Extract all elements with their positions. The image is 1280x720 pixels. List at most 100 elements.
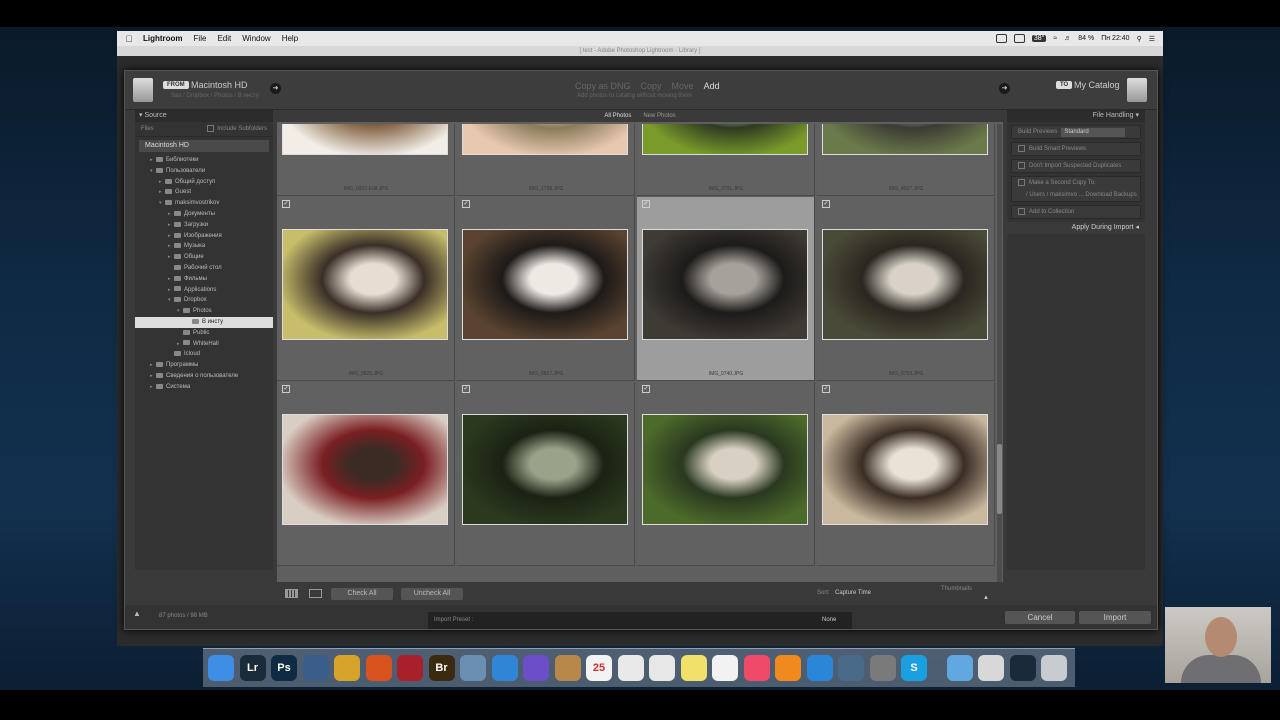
imovie-star-icon[interactable]: [523, 655, 549, 681]
check-all-button[interactable]: Check All: [331, 588, 393, 600]
folder-item[interactable]: ▸ Библиотеки: [135, 155, 273, 166]
photo-cell[interactable]: ✓ IMG_0753.JPG: [817, 197, 995, 381]
collapse-icon[interactable]: ▲: [133, 609, 141, 618]
mode-move[interactable]: Move: [672, 81, 694, 91]
system-preferences-icon[interactable]: [869, 655, 896, 681]
photo-thumbnail[interactable]: [642, 414, 808, 525]
photo-thumbnail[interactable]: [822, 414, 988, 525]
folder-icon[interactable]: [946, 655, 973, 681]
menu-help[interactable]: Help: [282, 34, 298, 43]
calendar-icon[interactable]: 25: [586, 655, 612, 681]
folder-item[interactable]: ▾ Пользователи: [135, 166, 273, 177]
drive-macintosh-hd[interactable]: Macintosh HD: [139, 140, 269, 152]
folder-item[interactable]: ▸ Программы: [135, 360, 273, 371]
folder-item[interactable]: ▸ Изображения: [135, 231, 273, 242]
folder-item[interactable]: ▸ Общие: [135, 252, 273, 263]
import-button[interactable]: Import: [1079, 611, 1151, 624]
loupe-view-icon[interactable]: [309, 589, 322, 598]
photo-checkbox[interactable]: ✓: [462, 200, 470, 208]
mode-copy[interactable]: Copy: [641, 81, 662, 91]
preview-icon[interactable]: [460, 655, 486, 681]
photobooth-icon[interactable]: [397, 655, 423, 681]
file-handling-header[interactable]: File Handling ▾: [1007, 110, 1145, 122]
photos-icon[interactable]: [712, 655, 738, 681]
itunes-icon[interactable]: [743, 655, 770, 681]
image-capture-icon[interactable]: [838, 655, 864, 681]
from-title[interactable]: Macintosh HD: [191, 80, 248, 90]
photo-thumbnail[interactable]: [822, 124, 988, 155]
documents-icon[interactable]: [978, 655, 1004, 681]
checkbox[interactable]: [1018, 161, 1025, 169]
photo-cell[interactable]: ✓: [457, 382, 635, 566]
photo-thumbnail[interactable]: [462, 124, 628, 155]
catalog-drive-icon[interactable]: [1127, 78, 1147, 102]
include-subfolders[interactable]: Include Subfolders: [207, 122, 267, 136]
no-duplicates-row[interactable]: Don't Import Suspected Duplicates: [1012, 160, 1140, 172]
folder-item[interactable]: Public: [135, 328, 273, 339]
photo-cell[interactable]: ✓ IMG_0740.JPG: [637, 197, 815, 381]
bridge-icon[interactable]: Br: [428, 655, 455, 681]
lightroom-icon[interactable]: Lr: [239, 655, 266, 681]
photo-thumbnail[interactable]: [462, 229, 628, 340]
cancel-button[interactable]: Cancel: [1005, 611, 1075, 624]
photo-thumbnail[interactable]: [462, 414, 628, 525]
photo-cell[interactable]: ✓: [637, 382, 815, 566]
photo-checkbox[interactable]: ✓: [282, 200, 290, 208]
folder-item[interactable]: ▸ Фильмы: [135, 274, 273, 285]
folder-item[interactable]: Рабочий стол: [135, 263, 273, 274]
checkbox[interactable]: [207, 124, 215, 132]
smart-previews-row[interactable]: Build Smart Previews: [1012, 143, 1140, 155]
photo-checkbox[interactable]: ✓: [822, 385, 830, 393]
clock[interactable]: Пн 22:40: [1101, 35, 1129, 42]
source-panel-header[interactable]: ▾ Source: [135, 110, 273, 122]
folder-item[interactable]: ▸ Загрузки: [135, 220, 273, 231]
ibooks-icon[interactable]: [775, 655, 801, 681]
uncheck-all-button[interactable]: Uncheck All: [401, 588, 463, 600]
folder-item[interactable]: В инсту: [135, 316, 273, 328]
photo-cell[interactable]: IMG_1798.JPG: [457, 124, 635, 196]
battery-text[interactable]: 84 %: [1078, 35, 1094, 42]
folder-item[interactable]: ▸ WhiteHall: [135, 339, 273, 350]
app-store-icon[interactable]: [806, 655, 833, 681]
photo-thumbnail[interactable]: [282, 414, 448, 525]
wifi-icon[interactable]: ≈: [1053, 35, 1057, 42]
second-copy-row[interactable]: Make a Second Copy To:: [1012, 177, 1140, 189]
photo-thumbnail[interactable]: [642, 229, 808, 340]
folder-item[interactable]: ▸ Общий доступ: [135, 177, 273, 188]
checkbox[interactable]: [1018, 207, 1025, 215]
folder-item[interactable]: ▸ Guest: [135, 187, 273, 198]
photo-cell[interactable]: IMG_3791.JPG: [637, 124, 815, 196]
photo-thumbnail[interactable]: [282, 124, 448, 155]
safari-icon[interactable]: [491, 655, 518, 681]
folder-item[interactable]: ▾ maksimvostrikov: [135, 198, 273, 209]
photo-checkbox[interactable]: ✓: [642, 200, 650, 208]
screen-icon[interactable]: [1009, 655, 1036, 681]
status-icon[interactable]: [995, 34, 1007, 43]
contacts-icon[interactable]: [554, 655, 581, 681]
photo-cell[interactable]: ✓: [817, 382, 995, 566]
to-title[interactable]: My Catalog: [1074, 80, 1120, 90]
photo-checkbox[interactable]: ✓: [282, 385, 290, 393]
volume-icon[interactable]: ♬: [1064, 35, 1071, 42]
build-previews-select[interactable]: Standard: [1061, 128, 1126, 137]
photo-cell[interactable]: IMG_4067.JPG: [817, 124, 995, 196]
photo-thumbnail[interactable]: [282, 229, 448, 340]
reminders-icon[interactable]: [649, 655, 675, 681]
mode-copy-dng[interactable]: Copy as DNG: [575, 81, 631, 91]
firefox-icon[interactable]: [365, 655, 392, 681]
folder-item[interactable]: ▾ Photos: [135, 306, 273, 317]
menu-edit[interactable]: Edit: [217, 34, 231, 43]
skype-icon[interactable]: S: [901, 655, 927, 681]
grid-view-icon[interactable]: [285, 589, 298, 598]
second-copy-path[interactable]: / Users / maksimvo ... Download Backups: [1012, 189, 1140, 201]
photo-cell[interactable]: ✓ IMG_0625.JPG: [277, 197, 455, 381]
photo-thumbnail[interactable]: [822, 229, 988, 340]
menu-window[interactable]: Window: [242, 34, 270, 43]
import-preset-select[interactable]: None: [822, 612, 836, 629]
apply-during-import-header[interactable]: Apply During Import ◂: [1007, 222, 1145, 234]
grid-scrollbar[interactable]: [997, 124, 1002, 594]
menu-file[interactable]: File: [194, 34, 207, 43]
checkbox[interactable]: [1018, 178, 1025, 186]
source-drive-icon[interactable]: [133, 78, 153, 102]
apple-icon[interactable]: : [123, 34, 135, 44]
